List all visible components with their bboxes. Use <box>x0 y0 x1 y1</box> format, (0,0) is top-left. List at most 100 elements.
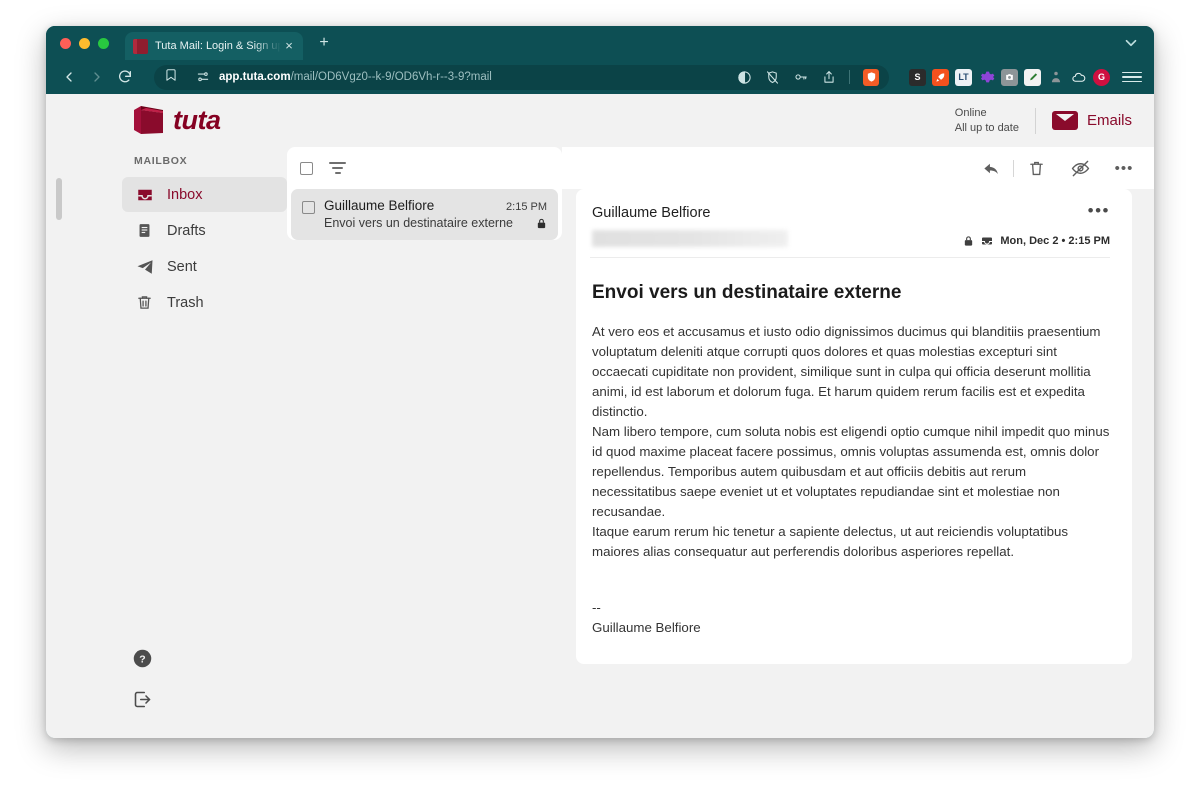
mail-subject: Envoi vers un destinataire externe <box>324 216 513 230</box>
delete-button[interactable] <box>1014 147 1058 189</box>
camera-extension-icon[interactable] <box>1001 68 1018 86</box>
scrollbar-thumb[interactable] <box>56 178 62 220</box>
browser-window: Tuta Mail: Login & Sign up for f × + app… <box>46 26 1154 738</box>
status-line-2: All up to date <box>954 121 1019 134</box>
cloud-extension-icon[interactable] <box>1070 69 1087 86</box>
divider <box>849 70 850 84</box>
lock-icon <box>963 235 974 247</box>
logout-icon[interactable] <box>132 689 153 710</box>
bookmark-icon[interactable] <box>164 68 178 87</box>
sidebar-item-sent[interactable]: Sent <box>122 249 287 284</box>
url-text: app.tuta.com/mail/OD6Vgz0--k-9/OD6Vh-r--… <box>219 71 492 83</box>
mark-unread-button[interactable] <box>1058 147 1102 189</box>
select-all-checkbox[interactable] <box>300 161 313 175</box>
reply-button[interactable] <box>969 147 1013 189</box>
gear-extension-icon[interactable] <box>978 69 995 86</box>
app-header-status: Online All up to date Emails <box>955 106 1132 136</box>
chevron-down-icon[interactable] <box>1122 34 1140 52</box>
app-header: tuta Online All up to date Emails <box>82 94 1154 147</box>
brave-shields-icon[interactable] <box>863 68 879 86</box>
share-icon[interactable] <box>822 70 836 85</box>
window-controls <box>46 37 109 49</box>
close-window-button[interactable] <box>60 37 71 49</box>
back-button[interactable] <box>56 65 82 89</box>
browser-menu-icon[interactable] <box>1122 71 1142 83</box>
omnibox-actions <box>737 68 879 86</box>
minimize-window-button[interactable] <box>79 37 90 49</box>
page-scrollbar[interactable] <box>46 94 82 738</box>
tuta-logo-text: tuta <box>173 105 221 135</box>
password-key-icon[interactable] <box>793 70 809 84</box>
inbox-icon <box>980 235 994 247</box>
extensions-bar: S LT G <box>909 68 1144 86</box>
tuta-logo-icon <box>132 105 166 136</box>
browser-tab[interactable]: Tuta Mail: Login & Sign up for f × <box>125 32 303 60</box>
mail-body-paragraph: Itaque earum rerum hic tenetur a sapient… <box>592 524 1069 559</box>
filter-icon[interactable] <box>329 162 346 174</box>
forward-button[interactable] <box>84 65 110 89</box>
mail-detail-sender: Guillaume Belfiore <box>592 205 711 221</box>
address-bar[interactable]: app.tuta.com/mail/OD6Vgz0--k-9/OD6Vh-r--… <box>154 64 889 90</box>
highlighter-extension-icon[interactable] <box>1024 68 1041 86</box>
mail-sender: Guillaume Belfiore <box>324 198 435 213</box>
mail-detail-header: Guillaume Belfiore ••• <box>590 202 1110 221</box>
drafts-icon <box>135 221 154 240</box>
mail-body-paragraph: At vero eos et accusamus et iusto odio d… <box>592 324 1101 419</box>
inbox-icon <box>135 185 154 204</box>
close-tab-icon[interactable]: × <box>281 38 297 54</box>
svg-text:?: ? <box>139 653 145 665</box>
sidebar-item-label: Inbox <box>167 186 203 203</box>
s-extension-icon[interactable]: S <box>909 68 926 86</box>
sidebar-footer: ? <box>122 648 287 738</box>
tab-strip: Tuta Mail: Login & Sign up for f × + <box>46 26 1154 60</box>
mail-list-item[interactable]: Guillaume Belfiore 2:15 PM Envoi vers un… <box>291 189 558 240</box>
rocket-extension-icon[interactable] <box>932 68 949 86</box>
mail-detail-date: Mon, Dec 2 • 2:15 PM <box>1000 235 1110 247</box>
status-line-1: Online <box>954 106 987 119</box>
shield-off-icon[interactable] <box>765 70 780 85</box>
emails-nav-button[interactable]: Emails <box>1051 111 1132 130</box>
page-viewport: tuta Online All up to date Emails MAILBO… <box>46 94 1154 738</box>
sent-icon <box>135 257 154 276</box>
help-icon[interactable]: ? <box>132 648 153 669</box>
mail-list-column: Guillaume Belfiore 2:15 PM Envoi vers un… <box>287 189 562 738</box>
signature-name: Guillaume Belfiore <box>592 620 701 635</box>
sidebar-item-trash[interactable]: Trash <box>122 285 287 320</box>
mail-signature: -- Guillaume Belfiore <box>590 598 1110 638</box>
sidebar-item-drafts[interactable]: Drafts <box>122 213 287 248</box>
sidebar-item-label: Trash <box>167 294 204 311</box>
signature-separator: -- <box>592 600 601 615</box>
sidebar-item-inbox[interactable]: Inbox <box>122 177 287 212</box>
mail-detail-column: Guillaume Belfiore ••• Mon, Dec 2 • 2:15… <box>562 189 1154 738</box>
g-extension-icon[interactable]: G <box>1093 68 1110 86</box>
url-path: /mail/OD6Vgz0--k-9/OD6Vh-r--3-9?mail <box>290 71 492 83</box>
divider <box>1034 107 1036 134</box>
lock-icon <box>536 217 547 230</box>
tuta-favicon-icon <box>133 38 148 54</box>
more-button[interactable]: ••• <box>1102 147 1146 189</box>
tuta-app: tuta Online All up to date Emails MAILBO… <box>82 94 1154 738</box>
envelope-icon <box>1051 111 1078 130</box>
mail-detail-address-row: Mon, Dec 2 • 2:15 PM <box>590 230 1110 258</box>
reload-button[interactable] <box>112 65 138 89</box>
app-body: MAILBOX Inbox Drafts Sent Trash ? ••• Gu… <box>82 147 1154 738</box>
url-domain: app.tuta.com <box>219 71 291 83</box>
maximize-window-button[interactable] <box>98 37 109 49</box>
emails-nav-label: Emails <box>1086 112 1132 129</box>
sidebar-section-label: MAILBOX <box>134 155 188 167</box>
mail-detail-meta: Mon, Dec 2 • 2:15 PM <box>963 235 1110 247</box>
list-toolbar <box>287 147 562 189</box>
mail-detail-more-icon[interactable]: ••• <box>1088 202 1110 219</box>
new-tab-button[interactable]: + <box>313 32 335 54</box>
mail-time: 2:15 PM <box>506 201 547 213</box>
mail-detail-card: Guillaume Belfiore ••• Mon, Dec 2 • 2:15… <box>576 189 1132 664</box>
sidebar-item-label: Drafts <box>167 222 206 239</box>
languagetool-extension-icon[interactable]: LT <box>955 68 972 86</box>
tuta-logo: tuta <box>132 105 221 136</box>
mail-select-checkbox[interactable] <box>302 201 315 214</box>
reader-mode-icon[interactable] <box>737 70 752 85</box>
site-settings-icon[interactable] <box>196 70 210 84</box>
person-extension-icon[interactable] <box>1047 69 1064 86</box>
browser-toolbar: app.tuta.com/mail/OD6Vgz0--k-9/OD6Vh-r--… <box>46 60 1154 94</box>
content-toolbar: ••• <box>287 147 1154 189</box>
